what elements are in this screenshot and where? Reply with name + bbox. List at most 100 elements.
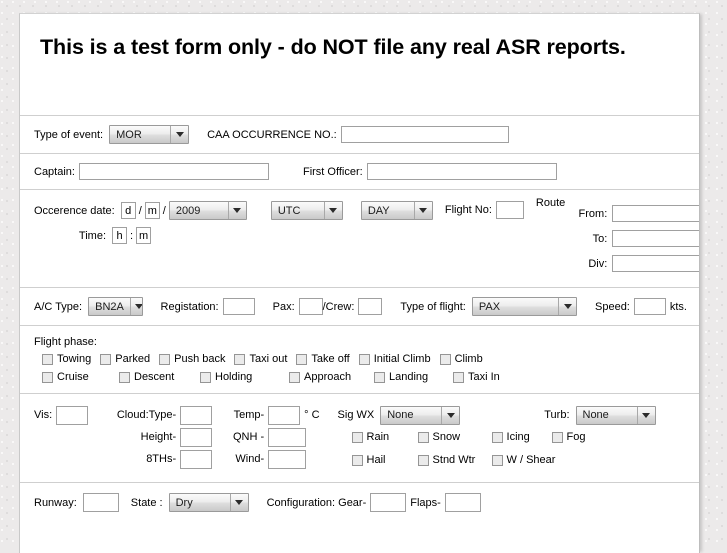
ac-type-label: A/C Type: <box>34 300 83 313</box>
checkbox-box-icon[interactable] <box>42 372 53 383</box>
chevron-down-icon[interactable] <box>323 202 342 219</box>
checkbox-box-icon[interactable] <box>491 455 503 466</box>
checkbox-box-icon[interactable] <box>417 455 429 466</box>
runway-state-value: Dry <box>175 496 193 509</box>
checkbox-approach[interactable]: Approach <box>289 372 365 383</box>
checkbox-box-icon[interactable] <box>351 455 363 466</box>
checkbox-fog[interactable]: Fog <box>551 432 586 443</box>
cloud-height-input[interactable] <box>180 427 213 447</box>
speed-input[interactable] <box>633 298 666 315</box>
chevron-down-icon[interactable] <box>441 406 459 424</box>
checkbox-box-icon[interactable] <box>453 372 464 383</box>
checkbox-towing[interactable]: Towing <box>42 354 91 365</box>
pax-input[interactable] <box>298 298 323 315</box>
route-to-input[interactable] <box>612 230 699 247</box>
temp-input[interactable] <box>268 405 301 425</box>
occurrence-day-input[interactable] <box>120 202 136 219</box>
day-night-select[interactable]: DAY <box>360 201 433 220</box>
checkbox-descent[interactable]: Descent <box>119 372 191 383</box>
first-officer-input[interactable] <box>366 163 557 180</box>
checkbox-cruise[interactable]: Cruise <box>42 372 110 383</box>
chevron-down-icon[interactable] <box>227 202 246 219</box>
checkbox-box-icon[interactable] <box>491 432 503 443</box>
chevron-down-icon[interactable] <box>558 298 576 315</box>
timezone-select[interactable]: UTC <box>270 201 343 220</box>
checkbox-box-icon[interactable] <box>42 354 53 365</box>
flaps-label: Flaps- <box>410 496 441 509</box>
cloud-type-input[interactable] <box>180 405 213 425</box>
checkbox-box-icon[interactable] <box>417 432 429 443</box>
flight-phase-row-1: Towing Parked Push back Taxi out Take of… <box>42 354 687 365</box>
checkbox-stnd-wtr[interactable]: Stnd Wtr <box>417 455 480 466</box>
checkbox-label: Initial Climb <box>373 353 431 365</box>
ac-type-select[interactable]: BN2A <box>88 297 143 316</box>
checkbox-box-icon[interactable] <box>289 372 300 383</box>
checkbox-box-icon[interactable] <box>374 372 385 383</box>
occurrence-month-input[interactable] <box>144 202 160 219</box>
captain-input[interactable] <box>78 163 269 180</box>
crew-input[interactable] <box>358 298 383 315</box>
chevron-down-icon[interactable] <box>170 126 188 143</box>
qnh-input[interactable] <box>268 427 307 447</box>
occurrence-hour-input[interactable] <box>112 227 127 244</box>
runway-input[interactable] <box>82 493 119 512</box>
registration-input[interactable] <box>222 298 255 315</box>
sigwx-select[interactable]: None <box>380 405 461 425</box>
checkbox-box-icon[interactable] <box>159 354 171 365</box>
checkbox-box-icon[interactable] <box>439 354 451 365</box>
route-from-input[interactable] <box>612 205 699 222</box>
runway-state-select[interactable]: Dry <box>168 493 249 512</box>
type-of-flight-label: Type of flight: <box>400 300 466 313</box>
checkbox-box-icon[interactable] <box>119 372 130 383</box>
type-of-flight-select[interactable]: PAX <box>471 297 577 316</box>
chevron-down-icon[interactable] <box>229 494 248 511</box>
chevron-down-icon[interactable] <box>129 298 142 315</box>
checkbox-snow[interactable]: Snow <box>417 432 480 443</box>
caa-occurrence-no-input[interactable] <box>340 126 509 143</box>
speed-units-label: kts. <box>669 300 687 313</box>
crew-label: /Crew: <box>322 300 355 313</box>
qnh-label: QNH - <box>232 431 265 443</box>
checkbox-box-icon[interactable] <box>100 354 112 365</box>
checkbox-holding[interactable]: Holding <box>200 372 280 383</box>
checkbox-box-icon[interactable] <box>358 354 370 365</box>
type-of-event-select[interactable]: MOR <box>109 125 190 144</box>
occurrence-minute-input[interactable] <box>136 227 152 244</box>
checkbox-hail[interactable]: Hail <box>351 455 406 466</box>
checkbox-icing[interactable]: Icing <box>491 432 540 443</box>
checkbox-taxi-in[interactable]: Taxi In <box>453 372 500 383</box>
registration-label: Registation: <box>160 300 219 313</box>
vis-input[interactable] <box>56 405 89 425</box>
checkbox-parked[interactable]: Parked <box>100 354 150 365</box>
chevron-down-icon[interactable] <box>636 406 655 424</box>
cloud-8ths-input[interactable] <box>180 449 213 469</box>
checkbox-initial-climb[interactable]: Initial Climb <box>358 353 431 365</box>
gear-input[interactable] <box>370 493 407 512</box>
checkbox-box-icon[interactable] <box>234 354 246 365</box>
flight-no-input[interactable] <box>495 201 524 219</box>
checkbox-climb[interactable]: Climb <box>439 354 483 365</box>
route-div-input[interactable] <box>612 255 699 272</box>
checkbox-rain[interactable]: Rain <box>351 432 406 443</box>
checkbox-box-icon[interactable] <box>551 432 563 443</box>
checkbox-push-back[interactable]: Push back <box>159 354 225 365</box>
route-div-label: Div: <box>588 257 608 270</box>
route-label: Route <box>535 197 566 209</box>
turb-select[interactable]: None <box>575 405 656 425</box>
checkbox-take-off[interactable]: Take off <box>296 354 350 365</box>
occurrence-year-select[interactable]: 2009 <box>168 201 247 220</box>
wind-input[interactable] <box>268 449 307 469</box>
checkbox-taxi-out[interactable]: Taxi out <box>234 354 287 365</box>
chevron-down-icon[interactable] <box>413 202 432 219</box>
checkbox-box-icon[interactable] <box>351 432 363 443</box>
checkbox-box-icon[interactable] <box>296 354 308 365</box>
flaps-input[interactable] <box>444 493 481 512</box>
flight-phase-title: Flight phase: <box>34 336 97 348</box>
temp-units-label: ° C <box>304 409 320 421</box>
checkbox-box-icon[interactable] <box>200 372 211 383</box>
occurrence-datetime-group: Occerence date: / / 2009 UTC <box>34 201 433 244</box>
checkbox-w-shear[interactable]: W / Shear <box>491 455 555 466</box>
checkbox-landing[interactable]: Landing <box>374 372 444 383</box>
cloud-type-label: Cloud:Type- <box>116 409 177 421</box>
section-flight-phase: Flight phase: Towing Parked Push back Ta… <box>20 326 699 394</box>
